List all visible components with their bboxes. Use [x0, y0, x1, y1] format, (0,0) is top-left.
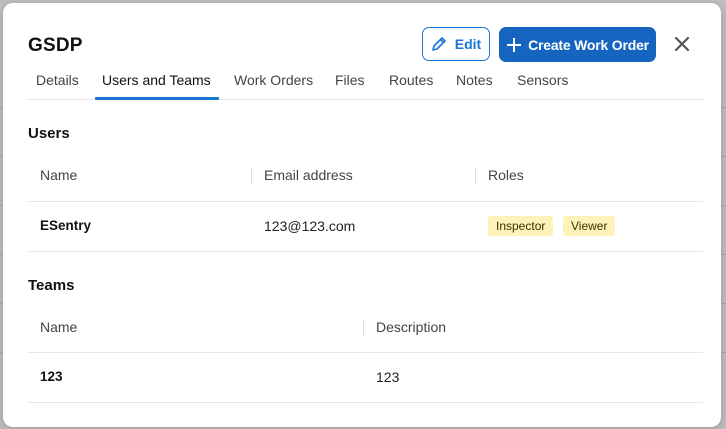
row-divider: [28, 352, 703, 353]
users-column-roles[interactable]: Roles: [488, 167, 524, 183]
tab-bar: Details Users and Teams Work Orders File…: [28, 63, 703, 100]
tab-details[interactable]: Details: [36, 72, 79, 88]
pencil-icon: [431, 37, 446, 51]
users-column-name[interactable]: Name: [40, 167, 77, 183]
edit-button[interactable]: Edit: [422, 27, 490, 61]
tab-routes[interactable]: Routes: [389, 72, 433, 88]
row-divider: [28, 251, 703, 252]
team-name: 123: [40, 369, 63, 384]
tab-users-and-teams[interactable]: Users and Teams: [102, 72, 211, 88]
user-name: ESentry: [40, 218, 92, 233]
tab-sensors[interactable]: Sensors: [517, 72, 568, 88]
role-badge-viewer: Viewer: [563, 216, 616, 236]
row-divider: [28, 201, 703, 202]
active-tab-indicator: [95, 97, 219, 100]
close-icon[interactable]: [671, 33, 693, 55]
edit-button-label: Edit: [454, 36, 482, 52]
users-section-title: Users: [28, 125, 70, 142]
users-column-email[interactable]: Email address: [264, 167, 353, 183]
column-separator[interactable]: [363, 320, 364, 336]
team-description: 123: [376, 369, 400, 385]
modal-title: GSDP: [28, 35, 83, 56]
tab-files[interactable]: Files: [335, 72, 365, 88]
user-email: 123@123.com: [264, 218, 356, 234]
teams-column-description[interactable]: Description: [376, 319, 446, 335]
create-work-order-button[interactable]: Create Work Order: [499, 27, 656, 62]
teams-column-name[interactable]: Name: [40, 319, 77, 335]
column-separator[interactable]: [475, 168, 476, 184]
teams-section-title: Teams: [28, 277, 75, 294]
location-details-modal: GSDP Edit Create Work Order Details User…: [3, 3, 721, 427]
tab-work-orders[interactable]: Work Orders: [234, 72, 313, 88]
role-badge-inspector: Inspector: [488, 216, 554, 236]
create-work-order-label: Create Work Order: [528, 36, 649, 53]
tab-notes[interactable]: Notes: [456, 72, 493, 88]
plus-icon: [507, 37, 522, 52]
column-separator[interactable]: [251, 168, 252, 184]
row-divider: [28, 402, 703, 403]
